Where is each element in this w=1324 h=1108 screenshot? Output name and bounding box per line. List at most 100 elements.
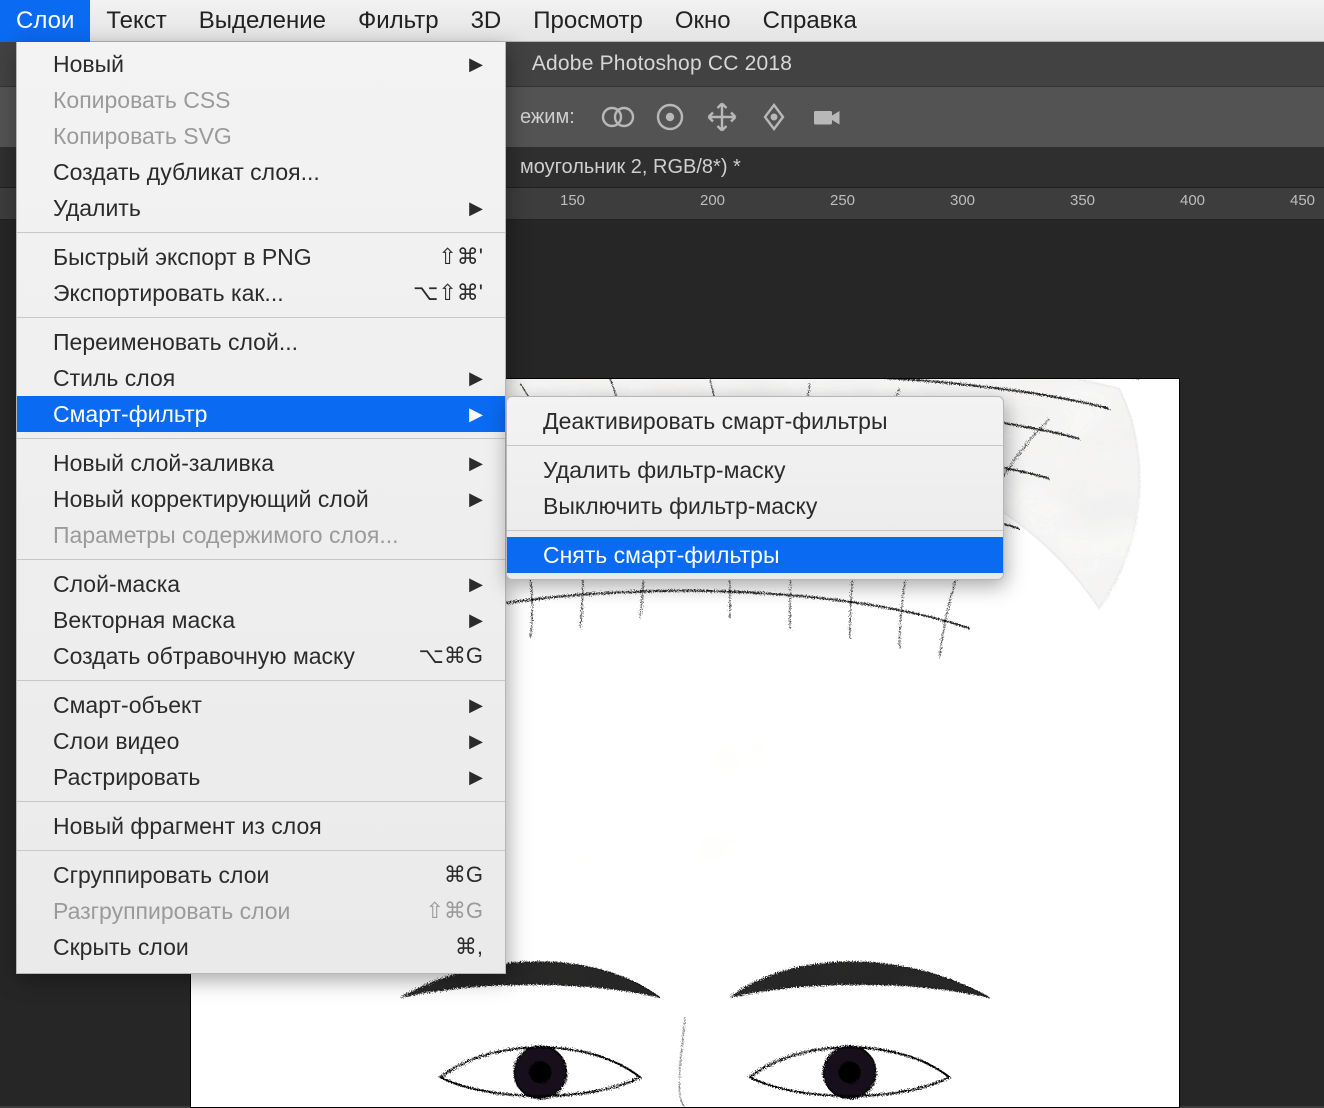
menu-quick-export-png[interactable]: Быстрый экспорт в PNG⇧⌘' [17, 239, 505, 275]
menu-label: Разгруппировать слои [53, 898, 290, 925]
menu-label: Быстрый экспорт в PNG [53, 244, 312, 271]
menu-ungroup-layers: Разгруппировать слои ⇧⌘G [17, 893, 505, 929]
menu-3d[interactable]: 3D [455, 0, 518, 42]
menu-label: Копировать CSS [53, 87, 231, 114]
menu-label: Новый слой-заливка [53, 450, 274, 477]
menu-shortcut: ⇧⌘G [425, 898, 483, 924]
submenu-arrow-icon: ▶ [469, 368, 483, 389]
menu-label: Копировать SVG [53, 123, 232, 150]
menu-content-options: Параметры содержимого слоя... [17, 517, 505, 553]
document-tab[interactable]: моугольник 2, RGB/8*) * [520, 156, 741, 179]
menu-3d-label: 3D [471, 7, 502, 35]
menu-select[interactable]: Выделение [183, 0, 342, 42]
menu-separator [17, 680, 505, 681]
menu-separator [17, 559, 505, 560]
ruler-tick: 300 [950, 192, 975, 209]
menu-label: Снять смарт-фильтры [543, 542, 780, 569]
menu-smart-object[interactable]: Смарт-объект ▶ [17, 687, 505, 723]
menu-vector-mask[interactable]: Векторная маска ▶ [17, 602, 505, 638]
menu-filter-label: Фильтр [358, 7, 439, 35]
menu-view-label: Просмотр [533, 7, 643, 35]
submenu-arrow-icon: ▶ [469, 574, 483, 595]
ruler-tick: 350 [1070, 192, 1095, 209]
menu-copy-css: Копировать CSS [17, 82, 505, 118]
submenu-arrow-icon: ▶ [469, 54, 483, 75]
submenu-delete-filter-mask[interactable]: Удалить фильтр-маску [507, 452, 1003, 488]
menu-rasterize[interactable]: Растрировать ▶ [17, 759, 505, 795]
submenu-disable-filter-mask[interactable]: Выключить фильтр-маску [507, 488, 1003, 524]
menu-layer-style[interactable]: Стиль слоя▶ [17, 360, 505, 396]
menu-label: Параметры содержимого слоя... [53, 522, 399, 549]
ruler-tick: 150 [560, 192, 585, 209]
move-cross-icon[interactable] [704, 99, 740, 135]
smart-filter-submenu: Деактивировать смарт-фильтры Удалить фил… [506, 396, 1004, 580]
menu-rename-layer[interactable]: Переименовать слой... [17, 324, 505, 360]
menu-layers-label: Слои [16, 7, 74, 35]
menu-label: Смарт-объект [53, 692, 202, 719]
menu-shortcut: ⌥⌘G [419, 643, 483, 669]
menu-delete[interactable]: Удалить ▶ [17, 190, 505, 226]
submenu-disable-smart-filters[interactable]: Деактивировать смарт-фильтры [507, 403, 1003, 439]
menu-label: Сгруппировать слои [53, 862, 269, 889]
menu-label: Удалить [53, 195, 141, 222]
menu-new-fill-layer[interactable]: Новый слой-заливка▶ [17, 445, 505, 481]
submenu-arrow-icon: ▶ [469, 695, 483, 716]
menu-help-label: Справка [763, 7, 857, 35]
menu-export-as[interactable]: Экспортировать как... ⌥⇧⌘' [17, 275, 505, 311]
ruler-tick: 450 [1290, 192, 1315, 209]
menu-text-label: Текст [106, 7, 166, 35]
menu-label: Деактивировать смарт-фильтры [543, 408, 887, 435]
submenu-arrow-icon: ▶ [469, 610, 483, 631]
menu-new-slice-from-layer[interactable]: Новый фрагмент из слоя [17, 808, 505, 844]
menu-label: Создать обтравочную маску [53, 643, 355, 670]
target-icon[interactable] [652, 99, 688, 135]
menu-shortcut: ⌥⇧⌘' [413, 280, 483, 306]
submenu-arrow-icon: ▶ [469, 198, 483, 219]
diamond-move-icon[interactable] [756, 99, 792, 135]
menu-smart-filter[interactable]: Смарт-фильтр ▶ [17, 396, 505, 432]
submenu-arrow-icon: ▶ [469, 489, 483, 510]
menu-window[interactable]: Окно [659, 0, 747, 42]
menu-label: Создать дубликат слоя... [53, 159, 320, 186]
menu-filter[interactable]: Фильтр [342, 0, 455, 42]
menu-separator [17, 438, 505, 439]
menu-label: Новый корректирующий слой [53, 486, 369, 513]
menu-shortcut: ⌘G [444, 862, 483, 888]
menu-separator [507, 445, 1003, 446]
menu-help[interactable]: Справка [747, 0, 873, 42]
menu-label: Слой-маска [53, 571, 180, 598]
app-title: Adobe Photoshop CC 2018 [532, 52, 792, 76]
menu-label: Экспортировать как... [53, 280, 284, 307]
brush-mode-icon[interactable] [600, 99, 636, 135]
submenu-arrow-icon: ▶ [469, 767, 483, 788]
menu-label: Смарт-фильтр [53, 401, 207, 428]
menu-label: Новый [53, 51, 124, 78]
menu-layer-mask[interactable]: Слой-маска ▶ [17, 566, 505, 602]
menu-separator [507, 530, 1003, 531]
menu-label: Удалить фильтр-маску [543, 457, 786, 484]
menu-label: Переименовать слой... [53, 329, 298, 356]
menu-create-clipping-mask[interactable]: Создать обтравочную маску ⌥⌘G [17, 638, 505, 674]
menu-new-adjustment-layer[interactable]: Новый корректирующий слой ▶ [17, 481, 505, 517]
menu-duplicate-layer[interactable]: Создать дубликат слоя... [17, 154, 505, 190]
submenu-arrow-icon: ▶ [469, 404, 483, 425]
menu-video-layers[interactable]: Слои видео▶ [17, 723, 505, 759]
menu-label: Векторная маска [53, 607, 235, 634]
menu-group-layers[interactable]: Сгруппировать слои ⌘G [17, 857, 505, 893]
options-icons [600, 99, 844, 135]
camera-icon[interactable] [808, 99, 844, 135]
menu-label: Скрыть слои [53, 934, 189, 961]
menu-label: Растрировать [53, 764, 200, 791]
menu-text[interactable]: Текст [90, 0, 182, 42]
layers-dropdown: Новый ▶ Копировать CSS Копировать SVG Соз… [16, 42, 506, 974]
menu-new[interactable]: Новый ▶ [17, 46, 505, 82]
menu-hide-layers[interactable]: Скрыть слои ⌘, [17, 929, 505, 965]
menu-window-label: Окно [675, 7, 731, 35]
menu-shortcut: ⌘, [455, 934, 483, 960]
submenu-arrow-icon: ▶ [469, 731, 483, 752]
ruler-tick: 250 [830, 192, 855, 209]
menu-view[interactable]: Просмотр [517, 0, 659, 42]
menu-layers[interactable]: Слои [0, 0, 90, 42]
submenu-clear-smart-filters[interactable]: Снять смарт-фильтры [507, 537, 1003, 573]
menu-label: Выключить фильтр-маску [543, 493, 817, 520]
